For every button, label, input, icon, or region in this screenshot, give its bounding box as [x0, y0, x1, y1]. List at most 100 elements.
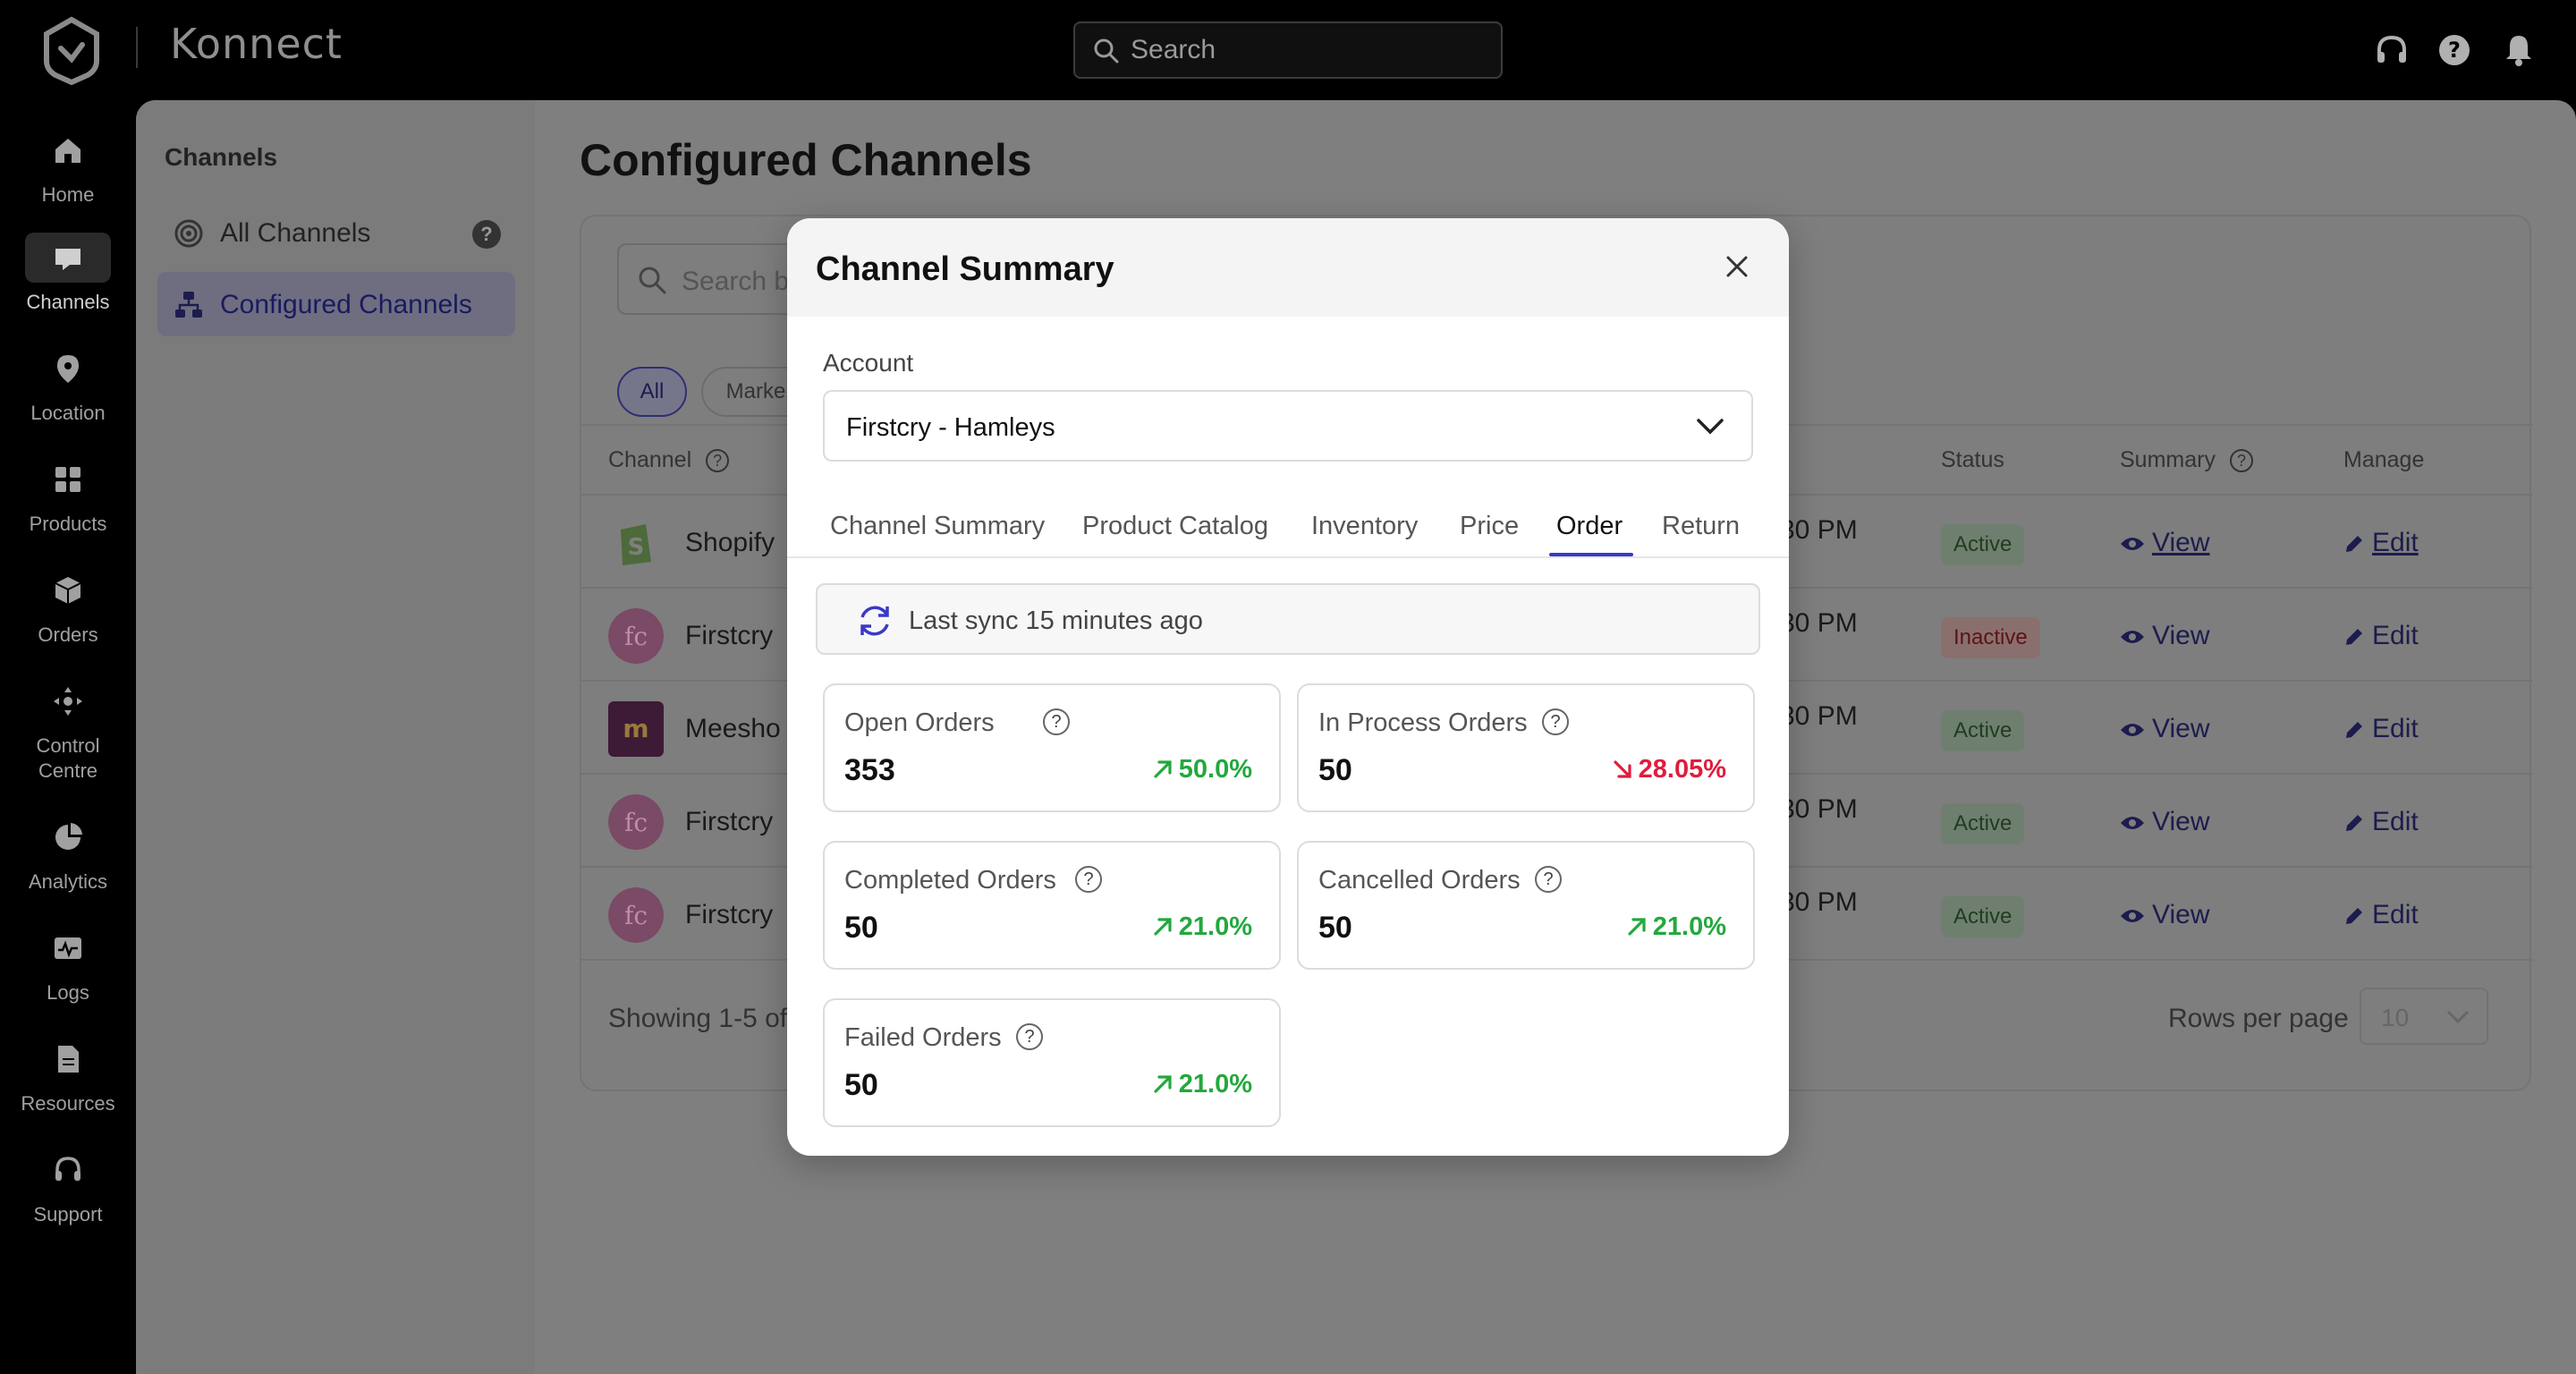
rail-item-control-centre[interactable]: Control Centre [0, 676, 136, 784]
rail-label: Products [29, 513, 107, 535]
last-sync-text: Last sync 15 minutes ago [909, 606, 1203, 635]
rail-item-logs[interactable]: Logs [0, 923, 136, 1005]
status-badge: Active [1941, 524, 2025, 565]
close-icon[interactable] [1719, 249, 1755, 284]
stat-change-value: 21.0% [1178, 912, 1252, 941]
edit-link[interactable]: Edit [2343, 807, 2419, 837]
edit-label: Edit [2372, 621, 2419, 650]
modal-header: Channel Summary [787, 218, 1789, 317]
column-header-manage: Manage [2343, 447, 2425, 472]
help-icon[interactable]: ? [1016, 1023, 1043, 1050]
tab-return[interactable]: Return [1662, 512, 1740, 541]
svg-text:m: m [623, 714, 648, 743]
rail-label: Control [36, 734, 100, 757]
help-icon[interactable]: ? [472, 220, 501, 249]
stat-label: Failed Orders [844, 1023, 1002, 1052]
stat-value: 50 [1318, 753, 1352, 787]
edit-link[interactable]: Edit [2343, 900, 2419, 930]
pencil-icon [2346, 815, 2362, 832]
global-search-input[interactable] [1131, 30, 1488, 70]
headset-icon [25, 1145, 111, 1195]
rail-item-orders[interactable]: Orders [0, 565, 136, 648]
help-icon[interactable]: ? [706, 449, 730, 473]
rail-item-channels[interactable]: Channels [0, 233, 136, 315]
edit-link[interactable]: Edit [2343, 714, 2419, 744]
edit-label: Edit [2372, 807, 2419, 836]
help-icon[interactable]: ? [1075, 866, 1102, 893]
stat-change-value: 21.0% [1178, 1070, 1252, 1098]
stat-change: 21.0% [1626, 912, 1726, 942]
global-search[interactable] [1073, 21, 1503, 79]
headset-icon[interactable] [2372, 30, 2411, 70]
svg-text:fc: fc [624, 622, 648, 651]
help-icon[interactable]: ? [2435, 30, 2474, 70]
view-link[interactable]: View [2120, 807, 2209, 837]
help-icon[interactable]: ? [2229, 449, 2253, 473]
subnav-item-all-channels[interactable]: All Channels ? [157, 200, 515, 265]
bell-icon[interactable] [2499, 30, 2538, 70]
stat-card-failed-orders: Failed Orders ? 50 21.0% [823, 998, 1281, 1127]
rail-item-support[interactable]: Support [0, 1145, 136, 1227]
view-link[interactable]: View [2120, 900, 2209, 930]
rail-item-products[interactable]: Products [0, 454, 136, 537]
view-label: View [2152, 621, 2210, 650]
rail-item-location[interactable]: Location [0, 344, 136, 426]
tab-order[interactable]: Order [1556, 512, 1623, 541]
pencil-icon [2346, 722, 2362, 739]
rail-item-resources[interactable]: Resources [0, 1034, 136, 1116]
rows-per-page-label: Rows per page [2168, 1004, 2349, 1033]
status-badge: Inactive [1941, 617, 2040, 658]
top-bar: Konnect ? [0, 0, 2576, 100]
rows-per-page-value: 10 [2381, 1004, 2410, 1031]
tab-channel-summary[interactable]: Channel Summary [830, 512, 1045, 541]
sync-time: 30 PM [1780, 701, 1858, 731]
tab-product-catalog[interactable]: Product Catalog [1082, 512, 1268, 541]
orders-box-icon [25, 565, 111, 615]
rail-label: Location [30, 402, 106, 424]
rail-item-analytics[interactable]: Analytics [0, 812, 136, 895]
stat-change-value: 28.05% [1638, 755, 1726, 784]
meesho-logo-icon: m [608, 701, 664, 757]
konnect-logo-icon [44, 16, 99, 86]
rows-per-page-select[interactable]: 10 [2360, 988, 2488, 1045]
stat-change: 50.0% [1152, 755, 1252, 785]
firstcry-logo-icon: fc [608, 794, 664, 850]
view-label: View [2152, 528, 2210, 557]
shopify-logo-icon: S [621, 524, 651, 565]
channel-name: Firstcry [685, 621, 774, 650]
help-icon[interactable]: ? [1535, 866, 1562, 893]
eye-icon [2121, 724, 2144, 737]
pencil-icon [2346, 629, 2362, 646]
stat-label: Cancelled Orders [1318, 866, 1521, 895]
channel-name: Firstcry [685, 807, 774, 836]
sync-time: 30 PM [1780, 515, 1858, 545]
edit-link[interactable]: Edit [2343, 621, 2419, 651]
refresh-icon[interactable] [855, 601, 894, 640]
help-icon[interactable]: ? [1043, 708, 1070, 735]
subnav-item-configured-channels[interactable]: Configured Channels [157, 272, 515, 336]
edit-link[interactable]: Edit [2343, 528, 2419, 558]
help-icon[interactable]: ? [1542, 708, 1569, 735]
stat-label: Open Orders [844, 708, 995, 737]
view-link[interactable]: View [2120, 621, 2209, 651]
sync-time: 30 PM [1780, 794, 1858, 824]
stat-card-cancelled-orders: Cancelled Orders ? 50 21.0% [1297, 841, 1755, 970]
tab-inventory[interactable]: Inventory [1311, 512, 1418, 541]
filter-pill-all[interactable]: All [617, 367, 687, 417]
svg-text:fc: fc [624, 808, 648, 837]
firstcry-logo-icon: fc [608, 887, 664, 943]
page-title: Configured Channels [580, 135, 1032, 185]
logs-icon [25, 923, 111, 973]
tab-price[interactable]: Price [1460, 512, 1519, 541]
pagination-summary: Showing 1-5 of [608, 1004, 788, 1033]
rail-label: Orders [38, 623, 98, 646]
search-placeholder: Search b [682, 267, 790, 296]
account-select[interactable]: Firstcry - Hamleys [823, 390, 1753, 462]
channels-subnav: Channels All Channels ? Configured Chann… [136, 100, 535, 1374]
rail-item-home[interactable]: Home [0, 125, 136, 208]
rail-label: Channels [26, 291, 110, 313]
view-link[interactable]: View [2120, 528, 2209, 558]
view-link[interactable]: View [2120, 714, 2209, 744]
pie-chart-icon [25, 812, 111, 862]
stat-card-open-orders: Open Orders ? 353 50.0% [823, 683, 1281, 812]
